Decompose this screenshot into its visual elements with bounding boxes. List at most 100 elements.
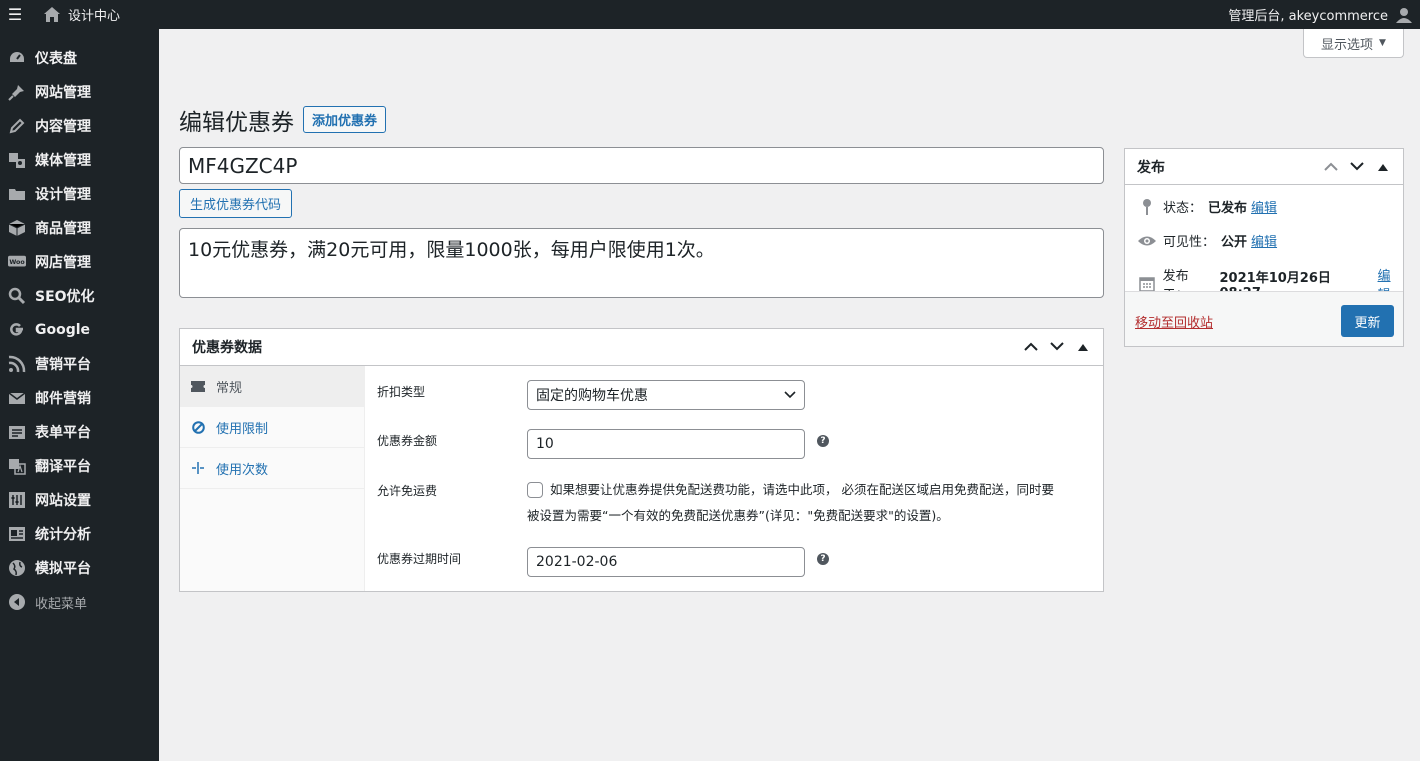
coupon-amount-input[interactable]: 10 [527,429,805,459]
calendar-icon [1137,276,1157,292]
sidebar-item-forms[interactable]: 表单平台 [0,415,159,449]
move-down-icon[interactable] [1349,159,1365,175]
chevron-down-icon [784,387,796,403]
caret-down-icon: ▼ [1379,38,1386,48]
sidebar-item-design[interactable]: 设计管理 [0,177,159,211]
add-coupon-button[interactable]: 添加优惠券 [303,106,387,133]
greeting-text: 管理后台, akeycommerce [1228,9,1388,24]
sidebar-item-label: 网站管理 [35,85,91,101]
sidebar-item-label: Google [35,322,91,338]
sidebar-item-content[interactable]: 内容管理 [0,109,159,143]
block-icon [190,420,206,434]
coupon-data-panel: 优惠券数据 常规 使用限制 使用次数 折扣类型 固定的购物车优惠 优惠券金额 1… [179,328,1104,592]
toggle-panel-icon[interactable] [1375,159,1391,175]
sidebar-item-email[interactable]: 邮件营销 [0,381,159,415]
visibility-label: 可见性： [1163,235,1216,250]
stats-icon [8,525,26,543]
sidebar-item-label: 设计管理 [35,187,91,203]
free-shipping-label: 允许免运费 [377,484,438,498]
sidebar-item-label: 媒体管理 [35,153,91,169]
media-icon [8,151,26,169]
sidebar-item-seo[interactable]: SEO优化 [0,279,159,313]
tab-label: 使用限制 [216,421,269,437]
sidebar-item-label: 营销平台 [35,357,91,373]
pin-icon [1137,198,1157,216]
discount-type-select[interactable]: 固定的购物车优惠 [527,380,805,410]
status-row: 状态： 已发布 编辑 [1137,197,1277,216]
generate-code-button[interactable]: 生成优惠券代码 [179,189,292,218]
coupon-description-textarea[interactable]: 10元优惠券，满20元可用，限量1000张，每用户限使用1次。 [179,228,1104,298]
status-label: 状态： [1163,201,1203,216]
free-shipping-description-line-1: 如果想要让优惠券提供免配送费功能，请选中此项， 必须在配送区域启用免费配送，同时… [550,482,1054,497]
coupon-data-header: 优惠券数据 [180,329,1103,366]
menu-toggle-icon[interactable]: ☰ [0,0,30,29]
tab-general[interactable]: 常规 [180,366,364,407]
discount-type-value: 固定的购物车优惠 [536,388,648,404]
user-avatar-icon [1396,7,1412,23]
move-to-trash-link[interactable]: 移动至回收站 [1135,312,1213,331]
site-home-link[interactable]: 设计中心 [30,5,120,24]
tab-label: 常规 [216,380,243,396]
help-icon[interactable]: ? [817,435,829,447]
free-shipping-description-line-2: 被设置为需要“一个有效的免费配送优惠券”(详见："免费配送要求"的设置)。 [527,508,949,523]
update-button[interactable]: 更新 [1341,305,1394,337]
sidebar-item-media[interactable]: 媒体管理 [0,143,159,177]
publish-header: 发布 [1125,149,1403,185]
collapse-menu-button[interactable]: 收起菜单 [0,585,159,619]
sidebar-item-products[interactable]: 商品管理 [0,211,159,245]
form-icon [8,423,26,441]
sidebar-item-label: 邮件营销 [35,391,91,407]
coupon-code-value: MF4GZC4P [188,153,298,178]
globe-icon [8,559,26,577]
my-account[interactable]: 管理后台, akeycommerce [1228,5,1420,24]
coupon-description-value: 10元优惠券，满20元可用，限量1000张，每用户限使用1次。 [188,239,715,261]
mail-icon [8,389,26,407]
sidebar-item-translate[interactable]: 翻译平台 [0,449,159,483]
sidebar-item-label: 统计分析 [35,527,91,543]
sidebar-item-marketing[interactable]: 营销平台 [0,347,159,381]
toggle-panel-icon[interactable] [1075,339,1091,355]
arrows-icon [190,461,206,475]
home-icon [44,7,60,22]
sidebar-item-google[interactable]: Google [0,313,159,347]
sidebar-item-label: 翻译平台 [35,459,91,475]
help-icon[interactable]: ? [817,553,829,565]
free-shipping-checkbox[interactable] [527,482,543,498]
sidebar-item-stats[interactable]: 统计分析 [0,517,159,551]
pencil-icon [8,117,26,135]
edit-visibility-link[interactable]: 编辑 [1251,231,1277,250]
sidebar-item-label: 商品管理 [35,221,91,237]
edit-status-link[interactable]: 编辑 [1251,197,1277,216]
move-up-icon[interactable] [1023,339,1039,355]
tab-usage-restriction[interactable]: 使用限制 [180,407,364,448]
dashboard-icon [8,49,26,67]
sidebar-item-site[interactable]: 网站管理 [0,75,159,109]
search-icon [8,287,26,305]
pin-icon [8,83,26,101]
translate-icon [8,457,26,475]
woo-icon: Woo [8,253,26,271]
site-name: 设计中心 [68,9,121,24]
sidebar-item-simulation[interactable]: 模拟平台 [0,551,159,585]
visibility-value: 公开 [1221,235,1248,250]
sidebar-item-label: 模拟平台 [35,561,91,577]
discount-type-label: 折扣类型 [377,385,426,399]
sidebar-item-label: 表单平台 [35,425,91,441]
coupon-code-input[interactable]: MF4GZC4P [179,147,1104,184]
google-icon [8,321,26,339]
expiry-date-value: 2021-02-06 [536,554,618,570]
folder-icon [8,185,26,203]
move-down-icon[interactable] [1049,339,1065,355]
tab-usage-limits[interactable]: 使用次数 [180,448,364,489]
screen-options-button[interactable]: 显示选项 ▼ [1303,29,1404,58]
sidebar-item-label: 网店管理 [35,255,91,271]
tab-label: 使用次数 [216,462,269,478]
sidebar-item-label: 网站设置 [35,493,91,509]
sidebar-item-dashboard[interactable]: 仪表盘 [0,41,159,75]
collapse-label: 收起菜单 [35,596,88,612]
publish-actions: 移动至回收站 更新 [1125,291,1403,346]
expiry-date-input[interactable]: 2021-02-06 [527,547,805,577]
sidebar-item-settings[interactable]: 网站设置 [0,483,159,517]
move-up-icon[interactable] [1323,159,1339,175]
sidebar-item-shop[interactable]: Woo 网店管理 [0,245,159,279]
